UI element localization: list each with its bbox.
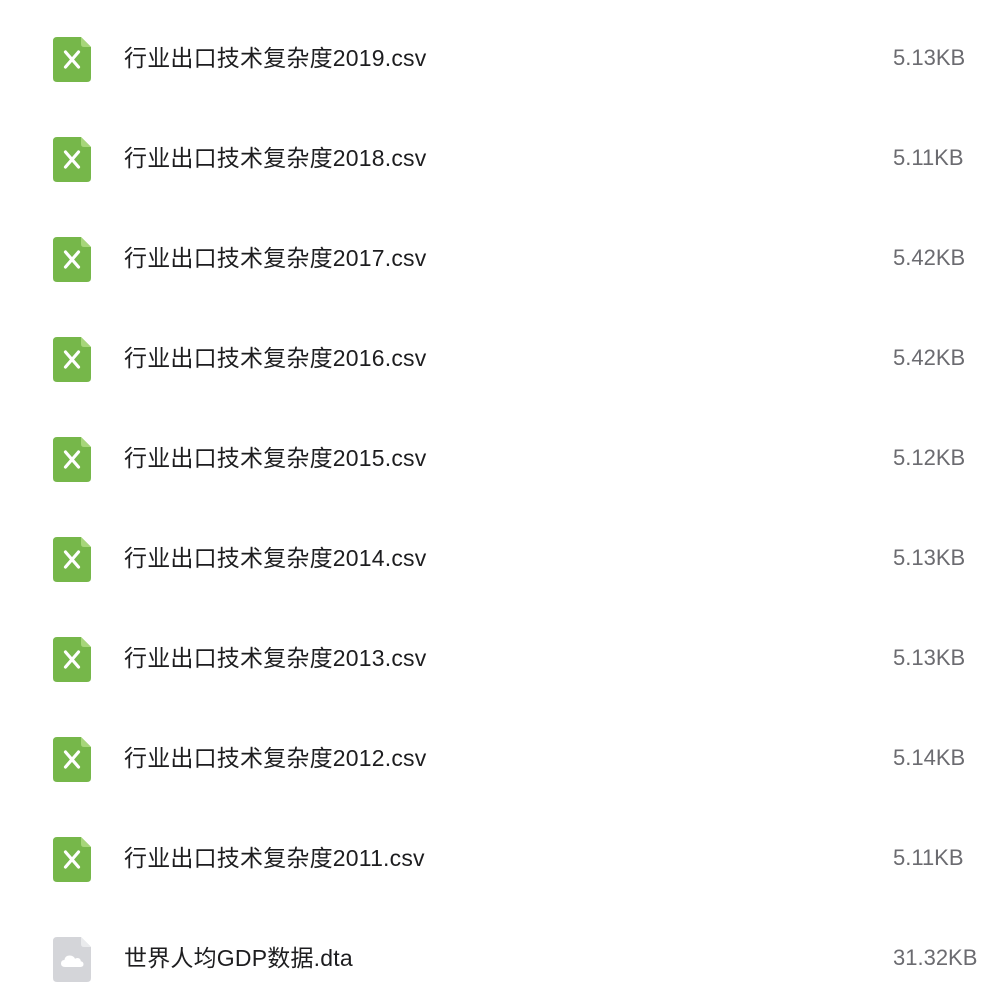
file-row[interactable]: 世界人均GDP数据.dta 31.32KB [0, 905, 992, 1005]
file-row[interactable]: 行业出口技术复杂度2013.csv 5.13KB [0, 605, 992, 705]
file-size: 5.13KB [893, 45, 966, 70]
file-size: 5.13KB [893, 645, 966, 670]
file-name: 行业出口技术复杂度2015.csv [124, 445, 427, 471]
spreadsheet-icon [53, 837, 91, 882]
spreadsheet-icon [53, 537, 91, 582]
file-name: 行业出口技术复杂度2012.csv [124, 745, 427, 771]
file-name: 世界人均GDP数据.dta [124, 945, 353, 971]
file-row[interactable]: 行业出口技术复杂度2016.csv 5.42KB [0, 305, 992, 405]
spreadsheet-icon [53, 137, 91, 182]
file-size: 5.13KB [893, 545, 966, 570]
file-name: 行业出口技术复杂度2016.csv [124, 345, 427, 371]
file-size: 5.14KB [893, 745, 966, 770]
file-row[interactable]: 行业出口技术复杂度2014.csv 5.13KB [0, 505, 992, 605]
spreadsheet-icon [53, 237, 91, 282]
spreadsheet-icon [53, 337, 91, 382]
spreadsheet-icon [53, 637, 91, 682]
file-size: 5.12KB [893, 445, 966, 470]
file-row[interactable]: 行业出口技术复杂度2015.csv 5.12KB [0, 405, 992, 505]
file-list: 行业出口技术复杂度2019.csv 5.13KB 行业出口技术复杂度2018.c… [0, 0, 992, 992]
spreadsheet-icon [53, 437, 91, 482]
file-size: 5.42KB [893, 245, 966, 270]
file-name: 行业出口技术复杂度2017.csv [124, 245, 427, 271]
file-row[interactable]: 行业出口技术复杂度2019.csv 5.13KB [0, 5, 992, 105]
file-row[interactable]: 行业出口技术复杂度2012.csv 5.14KB [0, 705, 992, 805]
spreadsheet-icon [53, 37, 91, 82]
file-row[interactable]: 行业出口技术复杂度2011.csv 5.11KB [0, 805, 992, 905]
file-name: 行业出口技术复杂度2014.csv [124, 545, 427, 571]
file-row[interactable]: 行业出口技术复杂度2018.csv 5.11KB [0, 105, 992, 205]
file-row[interactable]: 行业出口技术复杂度2017.csv 5.42KB [0, 205, 992, 305]
file-size: 31.32KB [893, 945, 978, 970]
file-name: 行业出口技术复杂度2018.csv [124, 145, 427, 171]
file-size: 5.11KB [893, 145, 964, 170]
file-size: 5.11KB [893, 845, 964, 870]
spreadsheet-icon [53, 737, 91, 782]
file-name: 行业出口技术复杂度2011.csv [124, 845, 425, 871]
file-name: 行业出口技术复杂度2019.csv [124, 45, 427, 71]
file-name: 行业出口技术复杂度2013.csv [124, 645, 427, 671]
cloud-file-icon [53, 937, 91, 982]
file-size: 5.42KB [893, 345, 966, 370]
